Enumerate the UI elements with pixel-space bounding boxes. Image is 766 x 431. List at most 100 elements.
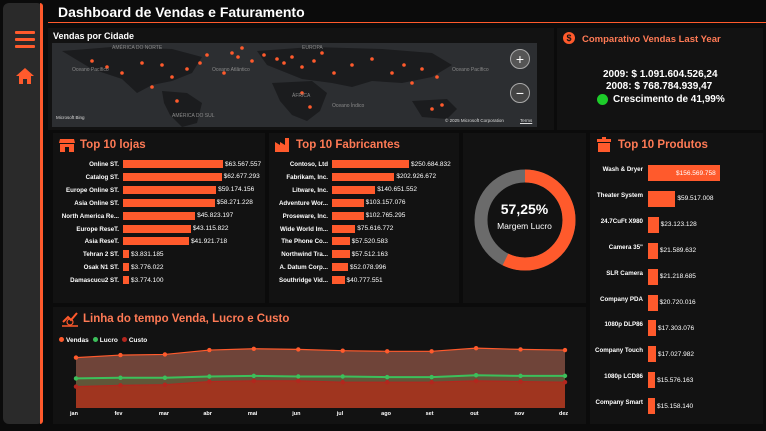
bar[interactable] bbox=[123, 211, 196, 220]
bar-value-label: $156.569.758 bbox=[676, 169, 716, 177]
bar[interactable] bbox=[332, 237, 350, 246]
timeline-chart bbox=[73, 345, 568, 408]
city-sales-dot bbox=[370, 57, 374, 61]
map-label-africa: ÁFRICA bbox=[292, 93, 311, 99]
data-point-custo bbox=[384, 379, 390, 385]
bar[interactable] bbox=[648, 398, 655, 415]
zoom-out-button[interactable]: − bbox=[510, 83, 530, 103]
margin-panel: 57,25% Margem Lucro bbox=[463, 133, 586, 303]
data-point-lucro bbox=[251, 373, 257, 379]
bar-label: A. Datum Corp... bbox=[279, 264, 328, 272]
bar[interactable] bbox=[123, 172, 222, 181]
bar[interactable] bbox=[648, 268, 658, 285]
bar-label: Company Smart bbox=[595, 399, 643, 407]
bar-value-label: $41.921.718 bbox=[190, 237, 228, 245]
city-sales-dot bbox=[410, 81, 414, 85]
bar[interactable] bbox=[332, 198, 364, 207]
bar-value-label: $3.774.100 bbox=[130, 276, 164, 284]
bar[interactable] bbox=[332, 172, 395, 181]
bar[interactable] bbox=[123, 198, 215, 207]
world-map-graphic bbox=[62, 46, 457, 127]
x-tick-label: dez bbox=[559, 411, 569, 417]
bar-value-label: $17.303.076 bbox=[657, 324, 695, 332]
bar-value-label: $250.684.832 bbox=[411, 160, 451, 168]
bar[interactable] bbox=[648, 190, 676, 207]
bar-value-label: $103.157.076 bbox=[365, 199, 406, 207]
bar-label: Asia Online ST. bbox=[74, 199, 119, 207]
city-sales-dot bbox=[402, 63, 406, 67]
bar[interactable] bbox=[648, 320, 656, 337]
product-box-icon bbox=[597, 137, 611, 152]
data-point-lucro bbox=[429, 374, 434, 380]
bar[interactable] bbox=[123, 185, 217, 194]
bar[interactable] bbox=[332, 276, 345, 285]
data-point-lucro bbox=[384, 374, 390, 380]
x-tick-label: mar bbox=[158, 411, 169, 417]
bar-label: 1080p DLP86 bbox=[604, 321, 643, 329]
bar[interactable] bbox=[332, 250, 350, 259]
data-point-custo bbox=[118, 383, 123, 388]
bar[interactable] bbox=[648, 294, 658, 311]
data-point-custo bbox=[562, 379, 568, 385]
bar-label: Wash & Dryer bbox=[602, 166, 643, 173]
map-label-north-america: AMÉRICA DO NORTE bbox=[112, 45, 163, 51]
hamburger-menu-icon[interactable] bbox=[15, 31, 35, 52]
city-sales-dot bbox=[185, 67, 189, 71]
city-sales-dot bbox=[275, 57, 279, 61]
city-sales-dot bbox=[435, 75, 439, 79]
map-terms-link[interactable]: Terms bbox=[520, 118, 532, 123]
city-sales-dot bbox=[120, 71, 124, 75]
map-label-ocean-pacific-2: Oceano Pacífico bbox=[452, 67, 489, 73]
city-sales-dot bbox=[320, 51, 324, 55]
bar[interactable] bbox=[332, 263, 348, 272]
top-fabricantes-panel: Top 10 Fabricantes Contoso, Ltd $250.684.… bbox=[269, 133, 459, 303]
bar-label: The Phone Co... bbox=[281, 238, 328, 246]
bar[interactable] bbox=[648, 346, 656, 363]
data-point-custo bbox=[251, 378, 257, 384]
data-point-lucro bbox=[473, 373, 479, 378]
bar-value-label: $23.123.128 bbox=[660, 221, 697, 229]
home-icon[interactable] bbox=[15, 67, 35, 90]
bar[interactable] bbox=[332, 185, 376, 194]
bar[interactable] bbox=[332, 160, 409, 168]
bar-value-label: $15.158.140 bbox=[656, 402, 694, 410]
bar-label: Osak N1 ST. bbox=[83, 264, 119, 272]
data-point-lucro bbox=[118, 375, 123, 380]
data-point-vendas bbox=[473, 345, 479, 351]
bar[interactable] bbox=[123, 263, 129, 272]
zoom-in-button[interactable]: + bbox=[510, 49, 530, 69]
bar[interactable] bbox=[648, 242, 658, 259]
city-sales-dot bbox=[300, 65, 304, 69]
top-bar: Dashboard de Vendas e Faturamento bbox=[48, 0, 766, 23]
bar[interactable] bbox=[123, 250, 130, 259]
bar-label: Europe Online ST. bbox=[66, 186, 119, 194]
data-point-custo bbox=[207, 379, 212, 384]
bar-label: 1080p LCD86 bbox=[604, 373, 643, 381]
city-sales-dot bbox=[312, 59, 316, 63]
bar-value-label: $62.677.293 bbox=[223, 173, 260, 181]
bar[interactable] bbox=[123, 160, 223, 168]
bar[interactable] bbox=[332, 224, 356, 233]
bar[interactable] bbox=[123, 237, 189, 246]
city-sales-dot bbox=[198, 61, 202, 65]
map-label-europe: EUROPA bbox=[302, 45, 323, 51]
bar-value-label: $15.576.163 bbox=[657, 376, 694, 384]
bar[interactable] bbox=[123, 224, 191, 233]
city-sales-dot bbox=[390, 71, 394, 75]
bar[interactable] bbox=[648, 372, 656, 389]
x-tick-label: ago bbox=[381, 411, 391, 417]
bar[interactable] bbox=[332, 211, 364, 220]
comparativo-panel: $ Comparativo Vendas Last Year 2009: $ 1… bbox=[557, 28, 763, 130]
bar[interactable] bbox=[123, 276, 129, 285]
store-icon bbox=[59, 139, 75, 152]
city-sales-dot bbox=[282, 61, 286, 65]
bar-label: Asia ReseT. bbox=[84, 238, 119, 246]
bar-value-label: $59.174.156 bbox=[218, 186, 255, 194]
city-sales-dot bbox=[430, 107, 434, 111]
bar[interactable] bbox=[648, 216, 659, 233]
bar-label: Damascucu2 ST. bbox=[70, 277, 119, 285]
bar-label: Camera 35" bbox=[608, 243, 643, 251]
top-fabricantes-title: Top 10 Fabricantes bbox=[296, 139, 400, 151]
city-sales-map[interactable]: Oceano Pacífico Oceano Atlântico Oceano … bbox=[52, 43, 537, 127]
data-point-vendas bbox=[429, 349, 434, 354]
